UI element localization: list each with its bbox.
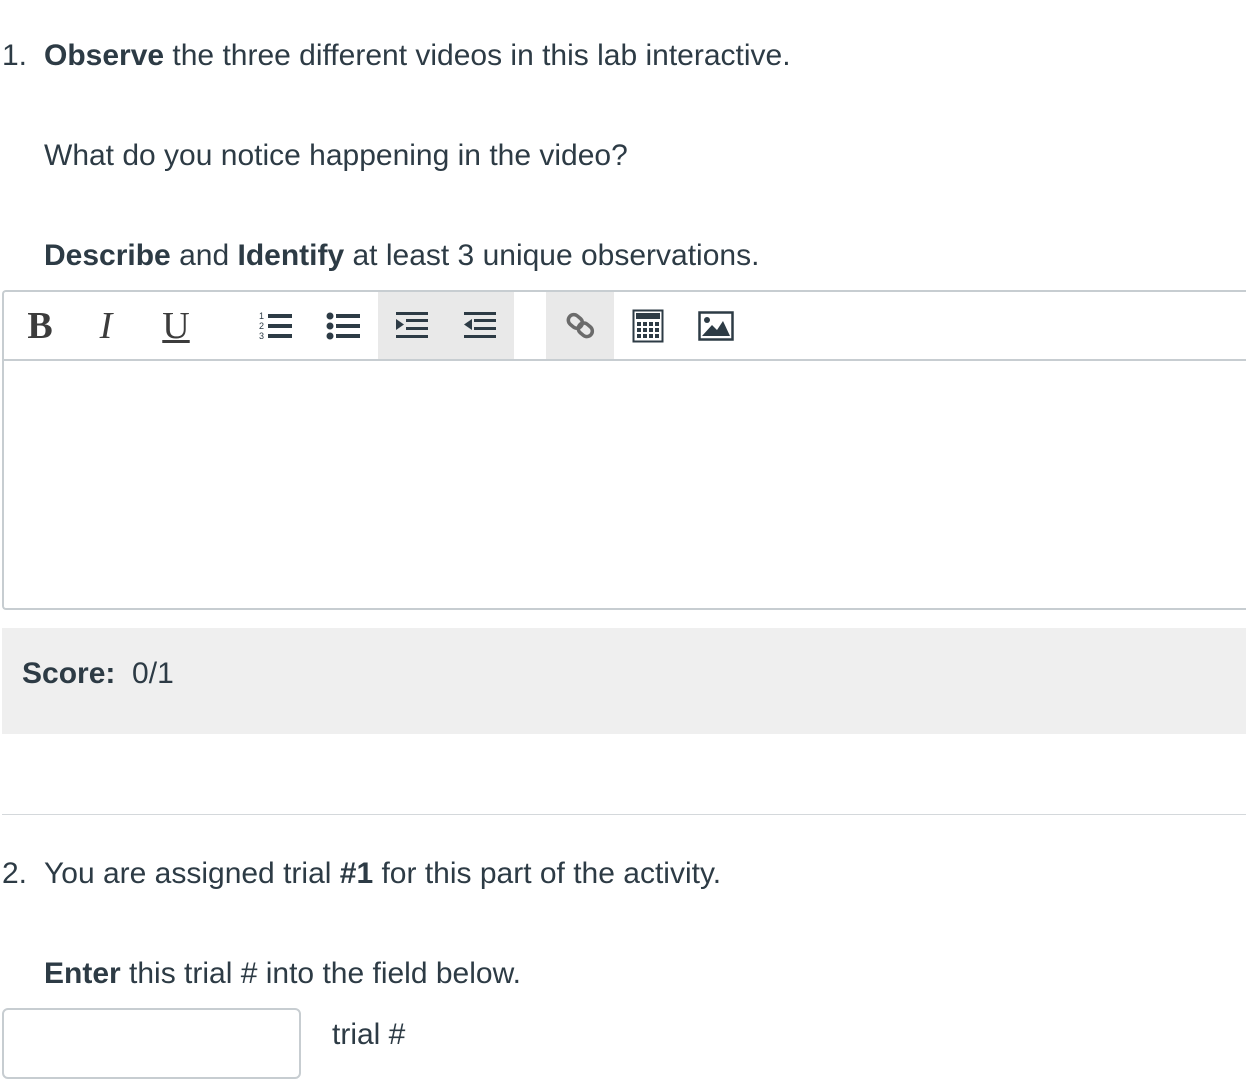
svg-text:1: 1 [259, 311, 264, 321]
rich-text-editor: B I U 1 2 3 [2, 290, 1246, 610]
question-2-trial-number: #1 [339, 857, 374, 890]
instruction-rest: at least 3 unique observations. [344, 239, 760, 272]
calculator-button[interactable] [626, 292, 670, 359]
score-text: Score: 0/1 [22, 655, 174, 693]
question-1-number: 1. [2, 39, 28, 72]
question-1-instruction: Describe and Identify at least 3 unique … [44, 237, 759, 275]
outdent-button[interactable] [458, 292, 502, 359]
trial-number-unit-label: trial # [332, 1018, 406, 1051]
bullet-list-button[interactable] [322, 292, 366, 359]
instruction-enter: Enter [44, 957, 121, 990]
score-label: Score: [22, 657, 116, 690]
instruction-enter-rest: this trial # into the field below. [120, 957, 521, 990]
instruction-describe: Describe [44, 239, 171, 272]
image-button[interactable] [694, 292, 738, 359]
calculator-icon [632, 309, 664, 342]
question-2-instruction: Enter this trial # into the field below. [44, 955, 521, 993]
link-button[interactable] [558, 292, 602, 359]
image-icon [698, 310, 734, 341]
bullet-list-icon [326, 312, 360, 339]
instruction-and: and [170, 239, 238, 272]
question-2-text: 2. You are assigned trial #1 for this par… [2, 855, 721, 893]
link-icon [566, 312, 595, 338]
score-box: Score: 0/1 [2, 628, 1246, 734]
indent-icon [396, 311, 428, 338]
instruction-identify: Identify [237, 239, 345, 272]
question-1-text: 1. Observe the three different videos in … [2, 37, 791, 75]
editor-content-area[interactable] [4, 361, 1246, 608]
bold-label: B [27, 304, 53, 347]
ordered-list-button[interactable]: 1 2 3 [254, 292, 298, 359]
italic-label: I [99, 304, 113, 347]
question-1-bold-lead: Observe [44, 39, 165, 72]
question-1-rest: the three different videos in this lab i… [164, 39, 791, 72]
ordered-list-icon: 1 2 3 [259, 311, 292, 341]
svg-text:2: 2 [259, 321, 264, 331]
italic-button[interactable]: I [86, 292, 126, 359]
svg-text:3: 3 [259, 331, 264, 341]
outdent-icon [464, 311, 496, 338]
editor-toolbar: B I U 1 2 3 [4, 292, 1246, 361]
question-1-prompt: What do you notice happening in the vide… [44, 139, 628, 172]
question-2-number: 2. [2, 857, 28, 890]
score-value: 0/1 [132, 657, 174, 690]
underline-label: U [162, 304, 190, 347]
underline-button[interactable]: U [156, 292, 196, 359]
trial-number-input[interactable] [2, 1008, 301, 1079]
bold-button[interactable]: B [20, 292, 60, 359]
question-divider [2, 814, 1246, 815]
indent-button[interactable] [390, 292, 434, 359]
question-2-rest: for this part of the activity. [373, 857, 722, 890]
quiz-page: 1. Observe the three different videos in … [0, 0, 1246, 1089]
question-2-lead: You are assigned trial [44, 857, 340, 890]
